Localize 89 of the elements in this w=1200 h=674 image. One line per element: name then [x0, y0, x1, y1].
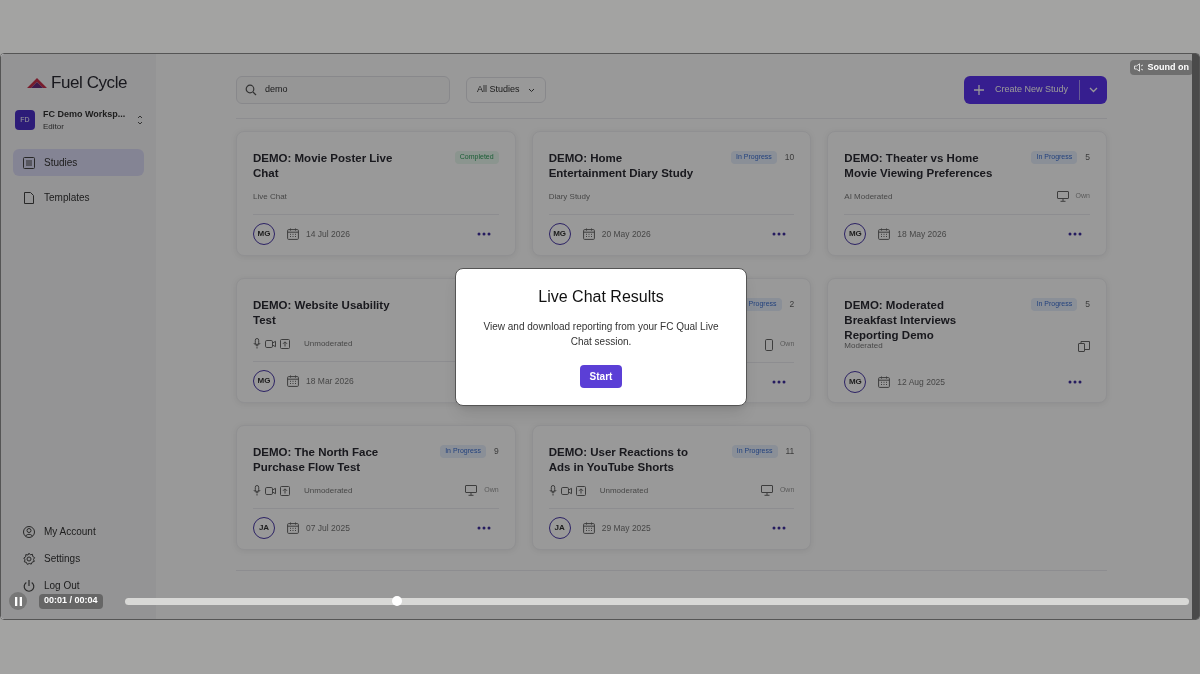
start-button[interactable]: Start	[579, 365, 623, 388]
study-date: 18 May 2026	[897, 227, 947, 241]
participant-count: 2	[789, 298, 795, 311]
sidebar-nav-item[interactable]: Templates	[13, 184, 144, 211]
document-icon	[22, 190, 36, 205]
participant-count: 11	[785, 445, 795, 458]
devices-icon	[1078, 340, 1090, 352]
study-title: DEMO: Theater vs Home Movie Viewing Preferences	[844, 151, 994, 181]
participant-count: 5	[1085, 151, 1090, 164]
study-date: 12 Aug 2025	[897, 375, 946, 389]
progress-thumb[interactable]	[392, 595, 403, 606]
desktop-icon	[760, 485, 773, 497]
video-progress-track[interactable]	[124, 597, 1189, 605]
upload-screen-icon	[280, 485, 290, 496]
sound-button[interactable]: Sound on	[1129, 60, 1193, 75]
study-type: Live Chat	[253, 190, 287, 203]
nav-label[interactable]: Templates	[44, 190, 90, 205]
microphone-icon	[253, 485, 261, 497]
calendar-icon	[582, 522, 595, 534]
plus-icon	[973, 85, 984, 95]
study-date: 29 May 2025	[601, 521, 651, 535]
create-study-label[interactable]: Create New Study	[983, 83, 1079, 97]
sidebar-link[interactable]: Settings	[44, 551, 81, 566]
participant-count: 5	[1085, 298, 1090, 311]
study-title: DEMO: Website Usability Test	[253, 298, 391, 328]
dialog-title: Live Chat Results	[538, 287, 664, 307]
video-camera-icon	[265, 486, 276, 495]
more-options-icon[interactable]	[1068, 232, 1082, 236]
participant-count: 9	[493, 445, 499, 458]
upload-screen-icon	[280, 338, 290, 349]
workspace-name[interactable]: FC Demo Worksp...	[43, 107, 126, 121]
study-type: Unmoderated	[304, 484, 353, 497]
power-icon	[22, 578, 36, 593]
video-camera-icon	[265, 339, 276, 348]
search-icon	[245, 84, 257, 96]
study-date: 07 Jul 2025	[306, 521, 350, 535]
video-camera-icon	[560, 486, 572, 495]
upload-screen-icon	[575, 485, 586, 496]
desktop-icon	[465, 485, 478, 497]
calendar-icon	[287, 375, 299, 387]
study-type: Unmoderated	[304, 337, 353, 350]
chevron-updown-icon[interactable]	[136, 114, 144, 127]
study-title: DEMO: Home Entertainment Diary Study	[548, 151, 695, 181]
more-options-icon[interactable]	[772, 379, 787, 384]
logo-icon	[27, 76, 47, 90]
calendar-icon	[878, 228, 891, 240]
study-date: 14 Jul 2026	[306, 227, 350, 241]
speaker-icon	[1133, 63, 1144, 72]
study-date: 20 May 2026	[601, 227, 651, 241]
study-title: DEMO: Moderated Breakfast Interviews Reporting Demo	[844, 298, 958, 343]
study-date: 18 Mar 2026	[306, 374, 354, 388]
study-type: Moderated	[844, 341, 883, 352]
more-options-icon[interactable]	[476, 526, 491, 530]
calendar-icon	[287, 228, 299, 240]
participant-count: 10	[784, 151, 795, 164]
pause-icon	[14, 596, 22, 606]
settings-icon	[22, 551, 36, 566]
study-title: DEMO: The North Face Purchase Flow Test	[253, 445, 380, 475]
study-title: DEMO: Movie Poster Live Chat	[253, 151, 394, 181]
calendar-icon	[287, 522, 299, 534]
study-type: AI Moderated	[844, 190, 893, 203]
caret-icon[interactable]	[1089, 87, 1098, 93]
more-options-icon[interactable]	[1068, 380, 1082, 384]
logo-text: Fuel Cycle	[51, 72, 128, 94]
calendar-icon	[582, 228, 595, 240]
study-title: DEMO: User Reactions to Ads in YouTube Shorts	[548, 445, 689, 475]
more-options-icon[interactable]	[772, 232, 787, 236]
mobile-icon	[764, 338, 773, 351]
study-type: Unmoderated	[599, 484, 649, 497]
more-options-icon[interactable]	[476, 232, 491, 236]
more-options-icon[interactable]	[772, 526, 787, 530]
sidebar-nav-item[interactable]: Studies	[13, 149, 144, 176]
account-icon	[22, 524, 36, 539]
desktop-icon	[1056, 191, 1069, 203]
sidebar-link[interactable]: My Account	[44, 524, 96, 539]
search-input: demo	[265, 83, 415, 97]
study-type: Diary Study	[548, 190, 590, 203]
list-icon	[22, 155, 36, 170]
sidebar-link[interactable]: Log Out	[44, 578, 80, 593]
calendar-icon	[878, 376, 891, 388]
scrollbar[interactable]	[1192, 54, 1199, 619]
microphone-icon	[548, 485, 557, 497]
workspace-role: Editor	[43, 121, 65, 133]
nav-label[interactable]: Studies	[44, 155, 78, 170]
chevron-down-icon	[527, 87, 535, 93]
filter-dropdown[interactable]: All Studies	[466, 77, 546, 103]
create-study-button[interactable]: Create New Study	[963, 76, 1107, 104]
search-field[interactable]: demo	[236, 76, 450, 104]
microphone-icon	[253, 338, 261, 350]
